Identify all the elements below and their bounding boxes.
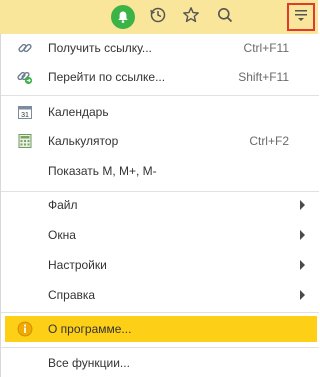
- link-icon: [17, 40, 33, 56]
- star-icon: [182, 6, 200, 29]
- menu-item-label: Получить ссылку...: [48, 41, 152, 55]
- menu-item-label: Окна: [48, 228, 76, 242]
- submenu-arrow-icon: [300, 290, 305, 300]
- menu-item-shortcut: Ctrl+F11: [243, 41, 289, 55]
- menu-item-label: Файл: [48, 198, 78, 212]
- menu-item-go-to-link[interactable]: Перейти по ссылке... Shift+F11: [5, 64, 317, 90]
- info-icon: [17, 321, 33, 337]
- calculator-icon: [17, 133, 33, 149]
- menu-item-label: Показать М, М+, М-: [48, 164, 157, 178]
- menu-separator: [1, 347, 319, 348]
- main-menu-dropdown: Получить ссылку... Ctrl+F11 Перейти по с…: [0, 34, 319, 377]
- menu-item-label: Все функции...: [48, 356, 130, 370]
- menu-separator: [1, 312, 319, 313]
- menu-item-calendar[interactable]: 31 Календарь: [5, 99, 317, 125]
- menu-item-settings[interactable]: Настройки: [5, 252, 317, 278]
- submenu-arrow-icon: [300, 230, 305, 240]
- menu-separator: [1, 95, 319, 96]
- menu-item-file[interactable]: Файл: [5, 192, 317, 218]
- svg-text:31: 31: [21, 112, 29, 119]
- menu-icon: [293, 7, 309, 28]
- notifications-button[interactable]: [110, 4, 136, 30]
- history-icon: [149, 6, 167, 29]
- menu-item-label: Калькулятор: [48, 134, 119, 148]
- main-menu-button[interactable]: [287, 3, 315, 31]
- menu-item-label: Справка: [48, 288, 96, 302]
- history-button[interactable]: [145, 4, 171, 30]
- menu-item-shortcut: Shift+F11: [238, 70, 289, 84]
- menu-item-help[interactable]: Справка: [5, 282, 317, 308]
- menu-item-label: Перейти по ссылке...: [48, 70, 166, 84]
- menu-item-label: О программе...: [48, 322, 132, 336]
- menu-item-windows[interactable]: Окна: [5, 222, 317, 248]
- menu-item-calculator[interactable]: Калькулятор Ctrl+F2: [5, 128, 317, 154]
- go-link-icon: [17, 69, 33, 85]
- favorites-button[interactable]: [178, 4, 204, 30]
- menu-item-label: Календарь: [48, 105, 109, 119]
- calendar-icon: 31: [17, 104, 33, 120]
- menu-item-about[interactable]: О программе...: [5, 316, 317, 342]
- menu-item-label: Настройки: [48, 258, 107, 272]
- toolbar: [0, 0, 318, 34]
- bell-icon: [111, 5, 135, 29]
- menu-item-all-functions[interactable]: Все функции...: [5, 350, 317, 376]
- submenu-arrow-icon: [300, 260, 305, 270]
- search-button[interactable]: [212, 4, 238, 30]
- submenu-arrow-icon: [300, 200, 305, 210]
- menu-item-get-link[interactable]: Получить ссылку... Ctrl+F11: [5, 35, 317, 61]
- search-icon: [216, 6, 234, 29]
- menu-item-shortcut: Ctrl+F2: [249, 134, 289, 148]
- menu-item-show-memory[interactable]: Показать М, М+, М-: [5, 158, 317, 184]
